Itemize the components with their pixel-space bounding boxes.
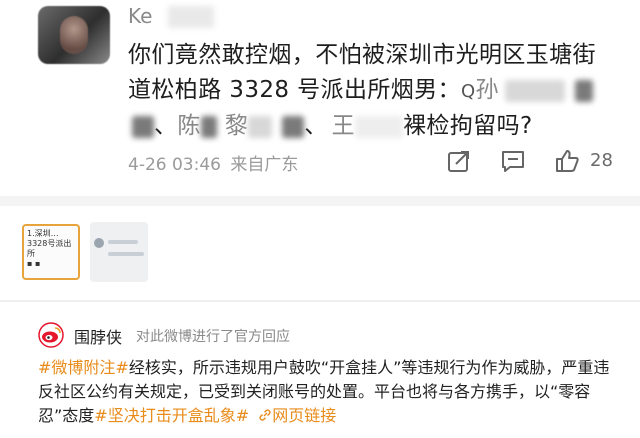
redaction-blot: [200, 115, 217, 138]
image-thumbnail[interactable]: [90, 222, 148, 282]
comment-text-line2: 道松柏路 3328 号派出所烟男：: [128, 77, 461, 103]
search-icon: Q: [460, 81, 476, 102]
redaction-blot: [282, 115, 305, 138]
avatar[interactable]: [38, 6, 110, 64]
comment-text-line3-end: 裸检拘留吗?: [403, 113, 533, 139]
thumbnail-line: 1.深圳…: [27, 229, 59, 238]
thumbnail-line: 3328号派出所: [27, 239, 72, 258]
comment-card: Ke 你们竟然敢控烟，不怕被深圳市光明区玉塘街 道松柏路 3328 号派出所烟男…: [0, 0, 640, 192]
comment-meta: 4-26 03:46 来自广东: [128, 150, 298, 175]
thumbnail-line: ▪ ▪: [27, 259, 41, 268]
name-fragment: 孙: [475, 77, 499, 103]
hashtag-link[interactable]: #微博附注#: [38, 358, 129, 377]
thumbnail-line: [108, 252, 144, 256]
name-fragment: 、: [154, 113, 178, 139]
comment-username[interactable]: Ke: [128, 4, 152, 28]
image-thumbnail[interactable]: 1.深圳… 3328号派出所 ▪ ▪: [22, 224, 80, 280]
section-divider: [0, 196, 640, 206]
name-fragment: 黎: [224, 113, 249, 139]
comment-icon[interactable]: [500, 148, 526, 174]
name-fragment: 陈: [177, 113, 201, 139]
official-response-text: #微博附注#经核实，所示违规用户鼓吹“开盒挂人”等违规行为作为威胁，严重违反社区…: [38, 356, 618, 428]
comment-text-line1: 你们竟然敢控烟，不怕被深圳市光明区玉塘街: [128, 42, 596, 68]
link-icon: [259, 409, 271, 421]
official-account-name[interactable]: 围脖侠: [74, 324, 122, 348]
like-count: 28: [590, 150, 613, 171]
share-icon[interactable]: [446, 148, 472, 174]
official-action-text: 对此微博进行了官方回应: [136, 329, 290, 345]
weibo-logo-icon[interactable]: [38, 322, 64, 348]
comment-timestamp: 4-26 03:46: [128, 155, 221, 175]
name-fragment: 、: [304, 113, 328, 139]
name-fragment: 王: [331, 113, 356, 139]
redaction-blot: [574, 79, 593, 102]
web-link[interactable]: 网页链接: [272, 406, 336, 425]
thumbnail-line: [108, 240, 138, 244]
comment-text: 你们竟然敢控烟，不怕被深圳市光明区玉塘街 道松柏路 3328 号派出所烟男：Q孙…: [128, 38, 608, 144]
redaction-blot: [355, 115, 404, 138]
hashtag-link[interactable]: #坚决打击开盒乱象#: [94, 406, 249, 425]
username-redaction: [168, 6, 214, 28]
redaction-blot: [132, 115, 154, 138]
section-divider: [0, 300, 640, 302]
redaction-blot: [248, 115, 273, 138]
comment-location: 来自广东: [230, 155, 299, 175]
thumbnail-avatar: [94, 238, 104, 248]
like-icon[interactable]: [554, 148, 580, 174]
redaction-blot: [504, 79, 565, 102]
